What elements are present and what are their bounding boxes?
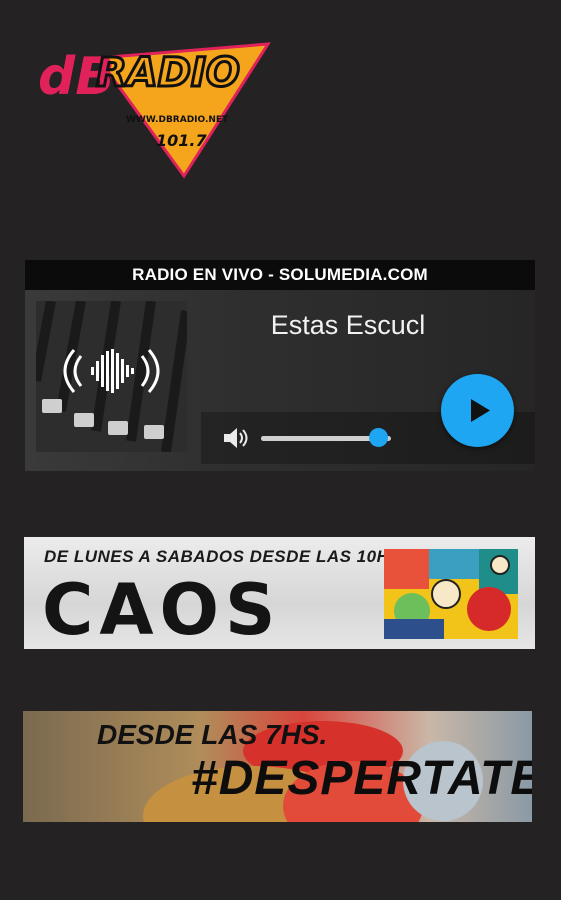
player-header: RADIO EN VIVO - SOLUMEDIA.COM xyxy=(25,260,535,290)
station-logo: dB RADIO WWW.DBRADIO.NET 101.7 xyxy=(36,36,272,182)
logo-website: WWW.DBRADIO.NET xyxy=(126,115,229,125)
caos-program-banner[interactable]: DE LUNES A SABADOS DESDE LAS 10HS. CAOS xyxy=(24,537,535,649)
mixer-image xyxy=(36,301,187,452)
volume-icon[interactable] xyxy=(221,424,249,452)
caos-schedule-text: DE LUNES A SABADOS DESDE LAS 10HS. xyxy=(44,547,407,566)
volume-slider-handle[interactable] xyxy=(368,428,388,447)
svg-text:RADIO: RADIO xyxy=(96,50,240,96)
player-body: Estas Escucl xyxy=(25,290,535,471)
logo-frequency: 101.7 xyxy=(156,131,207,150)
album-cover xyxy=(36,301,187,452)
logo-graphic: dB RADIO WWW.DBRADIO.NET 101.7 xyxy=(38,42,271,179)
play-button[interactable] xyxy=(441,374,514,447)
caos-title: CAOS xyxy=(42,569,282,649)
track-title: Estas Escucl xyxy=(270,310,426,340)
volume-fill xyxy=(261,436,378,441)
caos-illustration xyxy=(384,549,518,639)
play-icon xyxy=(471,399,490,422)
despertate-title: #DESPERTATE xyxy=(191,752,532,805)
radio-player: RADIO EN VIVO - SOLUMEDIA.COM Estas Escu… xyxy=(25,260,535,471)
despertate-schedule-text: DESDE LAS 7HS. xyxy=(97,719,328,750)
despertate-program-banner[interactable]: DESDE LAS 7HS. #DESPERTATE xyxy=(23,711,532,822)
